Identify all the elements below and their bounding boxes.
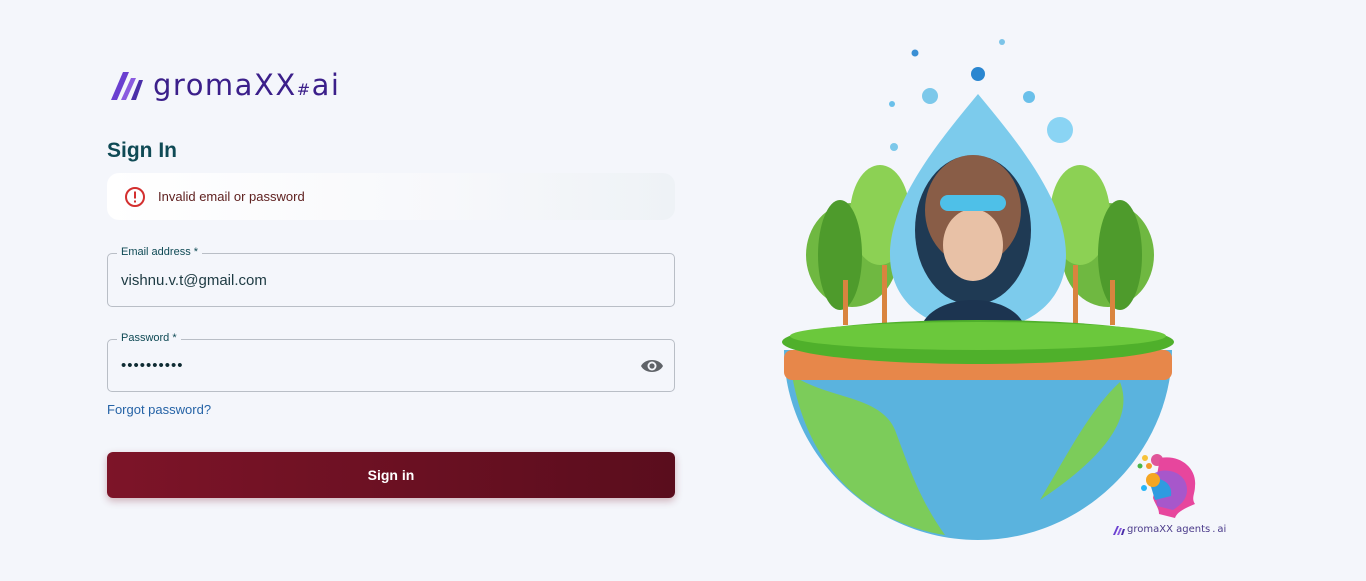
password-label: Password * xyxy=(117,332,181,344)
brand-name: gromaXX#ai xyxy=(153,68,341,102)
head-logo-icon xyxy=(1137,454,1196,518)
forgot-password-link[interactable]: Forgot password? xyxy=(107,402,211,417)
error-message: Invalid email or password xyxy=(158,189,305,204)
sign-in-button[interactable]: Sign in xyxy=(107,452,675,498)
eye-icon[interactable] xyxy=(640,355,664,377)
email-input[interactable]: vishnu.v.t@gmail.com xyxy=(121,272,267,289)
error-alert: Invalid email or password xyxy=(107,173,675,220)
brand-logo-icon xyxy=(111,72,143,100)
password-field[interactable]: Password * •••••••••• xyxy=(107,332,675,392)
page-title: Sign In xyxy=(107,139,177,162)
error-icon xyxy=(125,186,145,207)
password-input[interactable]: •••••••••• xyxy=(121,357,184,374)
illustration-caption: gromaXX agents. ai xyxy=(1113,524,1226,535)
email-label: Email address * xyxy=(117,246,203,258)
earth-robot-illustration xyxy=(782,39,1174,540)
brand-logo: gromaXX#ai xyxy=(109,68,340,102)
caption-logo-icon xyxy=(1113,525,1125,535)
email-field[interactable]: Email address * vishnu.v.t@gmail.com xyxy=(107,246,675,307)
